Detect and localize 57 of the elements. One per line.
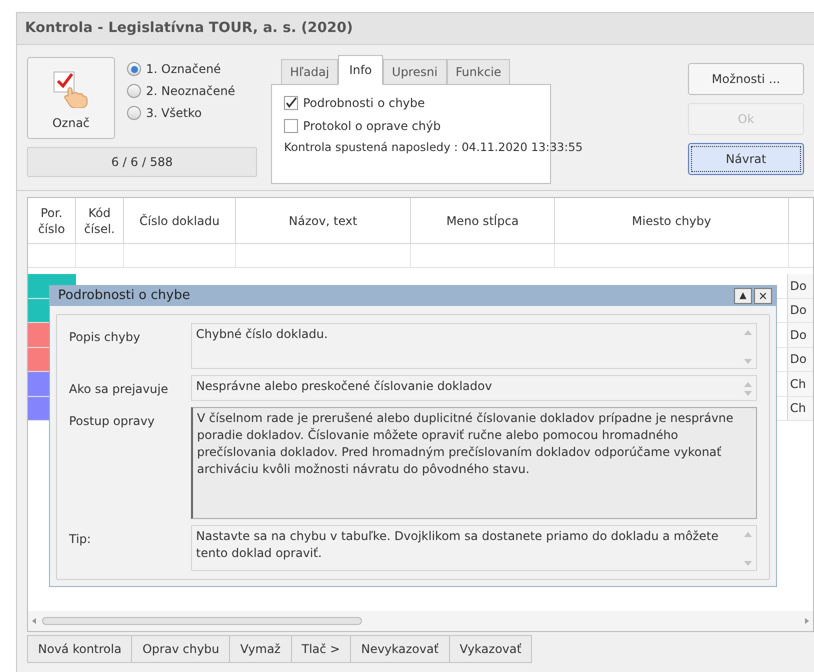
radio-option[interactable]: 2. Neoznačené	[127, 81, 236, 101]
field-label: Popis chyby	[68, 329, 142, 346]
checkbox[interactable]	[284, 96, 298, 110]
table-cell: Do	[787, 274, 813, 298]
text-area[interactable]: V číselnom rade je prerušené alebo duplicitné číslovanie dokladov prípadne je nesprávne poradie dokladov. Číslovanie môžete opraviť ručne alebo pomocou hromadného prečíslovania dokladov. Pred hromadným prečíslovaním dokladov odporúčame vykonať archiváciu kvôli možnosti návratu do pôvodného stavu.	[191, 407, 757, 519]
toolbar-button[interactable]: Tlač >	[290, 635, 352, 663]
mark-button[interactable]: Označ	[27, 57, 115, 139]
checkbox-option[interactable]: Podrobnosti o chybe	[284, 93, 538, 113]
scroll-thumb[interactable]	[42, 617, 362, 625]
radio-option[interactable]: 3. Všetko	[127, 103, 236, 123]
table-cell: Do	[787, 348, 813, 371]
field-label: Tip:	[68, 531, 92, 548]
table-cell: Do	[787, 298, 813, 322]
column-header: Miesto chyby	[555, 198, 789, 243]
counter-display: 6 / 6 / 588	[27, 147, 257, 177]
dialog-button[interactable]: Návrat	[688, 143, 804, 175]
scroll-down-icon[interactable]	[744, 391, 752, 396]
table-cell: Do	[787, 323, 813, 346]
text-area[interactable]: Nesprávne alebo preskočené číslovanie dokladov	[191, 375, 757, 401]
scroll-up-icon[interactable]	[744, 382, 752, 387]
horizontal-scrollbar[interactable]	[28, 611, 813, 631]
dialog-button[interactable]: Možnosti ...	[688, 63, 804, 95]
checkbox-option[interactable]: Protokol o oprave chýb	[284, 116, 538, 136]
field-label: Ako sa prejavuje	[68, 381, 170, 398]
scroll-up-icon[interactable]	[744, 330, 752, 335]
radio-option[interactable]: 1. Označené	[127, 59, 236, 79]
checkbox[interactable]	[284, 119, 298, 133]
column-header: Meno stĺpca	[411, 198, 555, 243]
tab[interactable]: Hľadaj	[281, 59, 338, 85]
scroll-right-icon[interactable]	[805, 618, 809, 624]
checkbox-hand-icon	[52, 70, 90, 108]
toolbar-button[interactable]: Oprav chybu	[131, 635, 230, 663]
toolbar-button[interactable]: Vykazovať	[448, 635, 532, 663]
toolbar-button[interactable]: Nová kontrola	[27, 635, 132, 663]
tab[interactable]: Funkcie	[446, 59, 510, 85]
tab[interactable]: Upresni	[382, 59, 447, 85]
table-cell: Ch	[787, 372, 813, 396]
scroll-up-icon[interactable]	[744, 532, 752, 537]
last-run-text: Kontrola spustená naposledy : 04.11.2020 13:33:55	[284, 139, 583, 156]
column-header: Kód čísel.	[76, 198, 124, 243]
column-header: Číslo dokladu	[124, 198, 236, 243]
scroll-down-icon[interactable]	[744, 561, 752, 566]
text-area[interactable]: Nastavte sa na chybu v tabuľke. Dvojklikom sa dostanete priamo do dokladu a môžete tento doklad opraviť.	[191, 525, 757, 571]
text-area[interactable]: Chybné číslo dokladu.	[191, 323, 757, 369]
column-header: Por. číslo	[28, 198, 76, 243]
field-label: Postup opravy	[68, 413, 156, 430]
toolbar-button[interactable]: Vymaž	[229, 635, 292, 663]
details-title: Podrobnosti o chybe	[58, 287, 190, 306]
tab[interactable]: Info	[338, 55, 383, 85]
window-title: Kontrola - Legislatívna TOUR, a. s. (2020)	[25, 19, 353, 38]
column-header: Názov, text	[236, 198, 411, 243]
scroll-down-icon[interactable]	[744, 359, 752, 364]
toolbar-button[interactable]: Nevykazovať	[350, 635, 450, 663]
table-cell: Ch	[787, 396, 813, 420]
collapse-button[interactable]: ▲	[734, 288, 752, 304]
scroll-left-icon[interactable]	[32, 618, 36, 624]
close-button[interactable]: ✕	[754, 288, 772, 304]
